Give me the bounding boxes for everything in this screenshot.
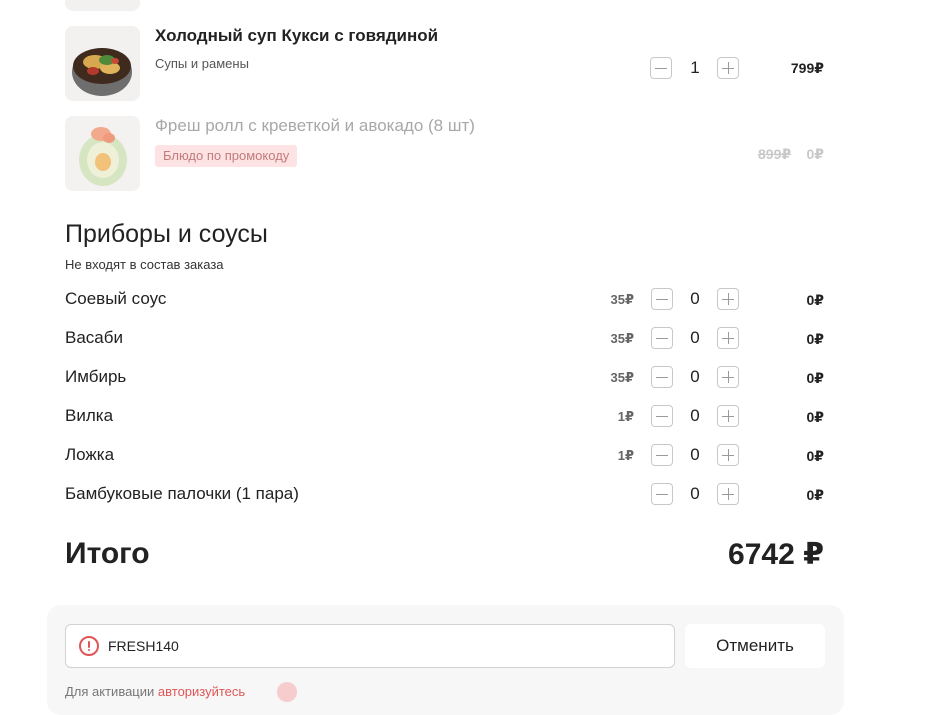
- previous-item-thumbnail: [65, 0, 140, 11]
- accessory-unit-price: 35₽: [610, 370, 634, 385]
- increase-quantity-button[interactable]: [717, 327, 739, 349]
- cart-item-title: Фреш ролл с креветкой и авокадо (8 шт): [155, 116, 475, 135]
- increase-quantity-button[interactable]: [717, 483, 739, 505]
- accessory-unit-price: 1₽: [617, 409, 634, 424]
- increase-quantity-button[interactable]: [717, 405, 739, 427]
- fresh-roll-image: [65, 116, 140, 191]
- decrease-quantity-button[interactable]: [651, 444, 673, 466]
- total-value: 6742 ₽: [728, 538, 824, 571]
- accessory-name: Ложка: [65, 445, 115, 464]
- cart-item-price: 0₽: [806, 146, 824, 162]
- promo-dish-badge: Блюдо по промокоду: [155, 145, 298, 167]
- decrease-quantity-button[interactable]: [650, 57, 672, 79]
- accessory-name: Васаби: [65, 328, 123, 347]
- accessories-title: Приборы и соусы: [65, 220, 268, 248]
- accessory-unit-price: 1₽: [617, 448, 634, 463]
- quantity-value: 0: [690, 328, 700, 347]
- accessory-total: 0₽: [806, 331, 824, 347]
- decrease-quantity-button[interactable]: [651, 288, 673, 310]
- decrease-quantity-button[interactable]: [651, 483, 673, 505]
- increase-quantity-button[interactable]: [717, 444, 739, 466]
- cancel-promo-button[interactable]: Отменить: [685, 624, 825, 668]
- promo-code-input[interactable]: [65, 624, 675, 668]
- accessory-total: 0₽: [806, 487, 824, 503]
- quantity-value: 0: [690, 406, 700, 425]
- quantity-value: 0: [690, 289, 700, 308]
- accessory-total: 0₽: [806, 370, 824, 386]
- info-icon[interactable]: [277, 682, 297, 702]
- decrease-quantity-button[interactable]: [651, 366, 673, 388]
- accessory-name: Соевый соус: [65, 289, 167, 308]
- accessory-unit-price: 35₽: [610, 292, 634, 307]
- cart-item-title: Холодный суп Кукси с говядиной: [155, 26, 439, 45]
- accessories-subtitle: Не входят в состав заказа: [65, 257, 224, 272]
- accessory-name: Бамбуковые палочки (1 пара): [65, 484, 299, 503]
- accessory-unit-price: 35₽: [610, 331, 634, 346]
- quantity-value: 0: [690, 445, 700, 464]
- accessory-name: Имбирь: [65, 367, 127, 386]
- increase-quantity-button[interactable]: [717, 57, 739, 79]
- decrease-quantity-button[interactable]: [651, 405, 673, 427]
- accessory-total: 0₽: [806, 448, 824, 464]
- quantity-value: 0: [690, 484, 700, 503]
- accessory-total: 0₽: [806, 292, 824, 308]
- alert-icon: [79, 636, 99, 656]
- cart-item-price: 799₽: [790, 60, 824, 76]
- quantity-value: 0: [690, 367, 700, 386]
- increase-quantity-button[interactable]: [717, 366, 739, 388]
- increase-quantity-button[interactable]: [717, 288, 739, 310]
- decrease-quantity-button[interactable]: [651, 327, 673, 349]
- accessory-total: 0₽: [806, 409, 824, 425]
- quantity-value: 1: [690, 58, 700, 77]
- total-label: Итого: [65, 537, 150, 570]
- accessory-name: Вилка: [65, 406, 114, 425]
- kuksi-soup-image: [65, 26, 140, 101]
- cart-item-category: Супы и рамены: [155, 56, 249, 71]
- old-price: 899₽: [758, 146, 792, 162]
